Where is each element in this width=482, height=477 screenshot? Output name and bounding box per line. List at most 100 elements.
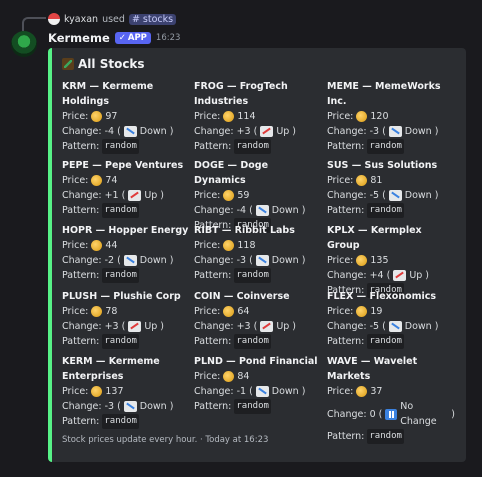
- chart-up-icon: [260, 321, 274, 332]
- price-label: Price:: [62, 386, 89, 397]
- stock-field: KPLX — Kermplex Group Price: 135 Change: +4(…: [327, 223, 455, 298]
- pattern-label: Pattern:: [62, 141, 100, 152]
- price-line: Price: 97: [62, 109, 190, 124]
- embed-title-text: All Stocks: [78, 57, 145, 71]
- pattern-label: Pattern:: [62, 205, 100, 216]
- price-line: Price: 78: [62, 304, 190, 319]
- paren-close: ): [169, 255, 174, 266]
- stock-name: FROG — FrogTech Industries: [194, 81, 288, 107]
- change-line: Change: +1(Up): [62, 188, 190, 203]
- price-label: Price:: [194, 190, 221, 201]
- pattern-value: random: [367, 429, 404, 444]
- coin-icon: [356, 111, 368, 122]
- pattern-line: Pattern: random: [62, 334, 190, 349]
- change-label: Change:: [194, 126, 234, 137]
- chart-down-icon: [123, 126, 137, 137]
- app-badge-label: APP: [127, 33, 147, 43]
- pattern-label: Pattern:: [327, 141, 365, 152]
- check-icon: ✓: [118, 33, 126, 43]
- stock-field: PLND — Pond Financial Price: 84 Change: -1(D…: [194, 354, 322, 414]
- price-line: Price: 44: [62, 238, 190, 253]
- stock-name: PLND — Pond Financial: [194, 356, 318, 367]
- stock-name: DOGE — Doge Dynamics: [194, 160, 269, 186]
- price-line: Price: 84: [194, 369, 322, 384]
- change-direction: Down: [271, 205, 299, 216]
- change-label: Change:: [327, 126, 367, 137]
- change-label: Change:: [327, 270, 367, 281]
- pattern-value: random: [234, 334, 271, 349]
- chart-up-icon: [128, 190, 142, 201]
- pattern-label: Pattern:: [194, 401, 232, 412]
- paren-open: (: [382, 126, 386, 137]
- stock-name: HOPR — Hopper Energy: [62, 225, 189, 236]
- coin-icon: [223, 240, 235, 251]
- pattern-line: Pattern: random: [194, 268, 322, 283]
- price-value: 135: [370, 255, 389, 266]
- stocks-embed: All Stocks KRM — Kermeme Holdings Price: 9…: [48, 48, 466, 462]
- change-line: Change: -4(Down): [194, 203, 322, 218]
- paren-close: ): [434, 126, 439, 137]
- change-value: -3: [236, 255, 247, 266]
- paren-close: ): [160, 321, 165, 332]
- price-label: Price:: [327, 386, 354, 397]
- paren-open: (: [117, 401, 121, 412]
- price-label: Price:: [194, 371, 221, 382]
- paren-close: ): [301, 255, 306, 266]
- message-timestamp[interactable]: 16:23: [156, 33, 181, 43]
- paren-close: ): [301, 386, 306, 397]
- change-direction: Up: [144, 321, 158, 332]
- bot-username[interactable]: Kermeme: [48, 31, 110, 45]
- change-value: -3: [369, 126, 380, 137]
- price-line: Price: 74: [62, 173, 190, 188]
- pause-icon: [385, 408, 398, 420]
- reply-avatar[interactable]: [48, 13, 60, 25]
- paren-open: (: [378, 408, 383, 420]
- price-line: Price: 135: [327, 253, 455, 268]
- chart-down-icon: [388, 126, 402, 137]
- change-line: Change: -4(Down): [62, 124, 190, 139]
- paren-close: ): [160, 190, 165, 201]
- price-value: 137: [105, 386, 124, 397]
- reply-context[interactable]: kyaxan used # stocks: [48, 11, 177, 27]
- change-value: +3: [104, 321, 119, 332]
- paren-open: (: [249, 255, 253, 266]
- reply-action: used: [102, 13, 125, 25]
- coin-icon: [91, 240, 103, 251]
- change-label: Change:: [327, 190, 367, 201]
- change-line: Change: -5(Down): [327, 188, 455, 203]
- change-value: -3: [104, 401, 115, 412]
- bot-avatar[interactable]: [11, 31, 37, 57]
- change-value: -4: [104, 126, 115, 137]
- price-label: Price:: [327, 306, 354, 317]
- change-label: Change:: [62, 401, 102, 412]
- pattern-value: random: [367, 203, 404, 218]
- coin-icon: [91, 111, 103, 122]
- change-label: Change:: [327, 321, 367, 332]
- pattern-value: random: [234, 139, 271, 154]
- paren-open: (: [382, 190, 386, 201]
- stock-field: PLUSH — Plushie Corp Price: 78 Change: +3(Up…: [62, 289, 190, 349]
- paren-open: (: [382, 321, 386, 332]
- change-label: Change:: [194, 321, 234, 332]
- change-label: Change:: [62, 126, 102, 137]
- change-line: Change: 0(No Change): [327, 399, 455, 429]
- change-direction: Up: [276, 126, 290, 137]
- price-value: 97: [105, 111, 118, 122]
- price-line: Price: 64: [194, 304, 322, 319]
- pattern-value: random: [367, 139, 404, 154]
- coin-icon: [223, 306, 235, 317]
- chart-icon: [62, 58, 74, 70]
- change-direction: Down: [139, 255, 167, 266]
- stock-field: FROG — FrogTech Industries Price: 114 Chang…: [194, 79, 322, 154]
- price-label: Price:: [194, 306, 221, 317]
- change-line: Change: -2(Down): [62, 253, 190, 268]
- command-chip[interactable]: # stocks: [128, 13, 177, 25]
- change-direction: Up: [276, 321, 290, 332]
- pattern-label: Pattern:: [327, 431, 365, 442]
- reply-username[interactable]: kyaxan: [64, 14, 98, 25]
- chart-down-icon: [255, 205, 269, 216]
- price-value: 59: [237, 190, 250, 201]
- embed-title: All Stocks: [62, 57, 145, 71]
- paren-close: ): [292, 321, 297, 332]
- chart-down-icon: [255, 255, 269, 266]
